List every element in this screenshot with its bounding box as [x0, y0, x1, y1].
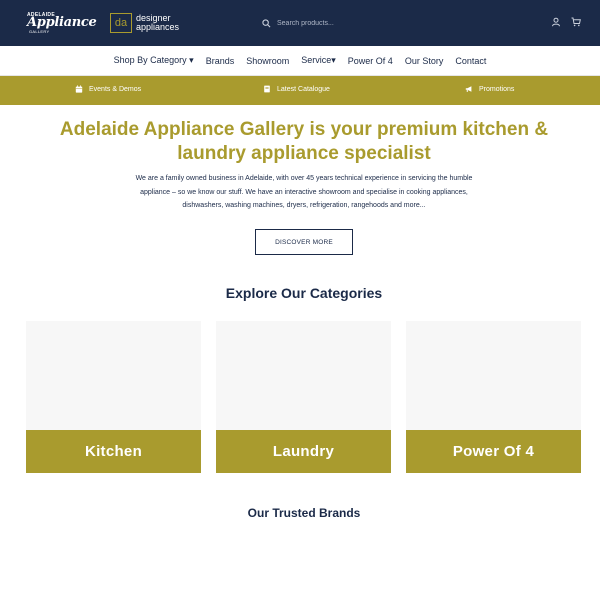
- hero-text-line3: dishwashers, washing machines, dryers, r…: [182, 202, 426, 209]
- book-icon: [264, 85, 270, 93]
- category-card-power-of-4[interactable]: Power Of 4: [406, 321, 581, 473]
- hero-title-line2: laundry appliance specialist: [177, 143, 431, 164]
- logo-big-text: Appliance: [27, 15, 97, 30]
- promo-catalogue-label: Latest Catalogue: [277, 85, 330, 93]
- hero-title: Adelaide Appliance Gallery is your premi…: [20, 118, 588, 166]
- adelaide-appliance-gallery-logo[interactable]: ADELAIDE Appliance GALLERY: [27, 12, 97, 34]
- hero-text-line1: We are a family owned business in Adelai…: [135, 175, 473, 182]
- discover-more-button[interactable]: DISCOVER MORE: [255, 229, 353, 255]
- promo-events-label: Events & Demos: [89, 85, 142, 93]
- category-label-kitchen: Kitchen: [26, 430, 201, 473]
- promo-promotions[interactable]: Promotions: [465, 85, 514, 93]
- category-label-laundry: Laundry: [216, 430, 391, 473]
- category-label-power-of-4: Power Of 4: [406, 430, 581, 473]
- user-icon[interactable]: [551, 17, 561, 27]
- category-card-kitchen[interactable]: Kitchen: [26, 321, 201, 473]
- nav-service[interactable]: Service▾: [295, 55, 342, 66]
- designer-appliances-logo-mark[interactable]: da: [110, 13, 132, 33]
- nav-brands[interactable]: Brands: [200, 56, 241, 66]
- category-card-laundry[interactable]: Laundry: [216, 321, 391, 473]
- nav-contact[interactable]: Contact: [449, 56, 492, 66]
- search-input[interactable]: [277, 19, 427, 27]
- promo-events-demos[interactable]: Events & Demos: [75, 85, 141, 93]
- promo-promotions-label: Promotions: [479, 85, 515, 93]
- categories-title: Explore Our Categories: [225, 285, 383, 301]
- hero-text-line2: appliance – so we know our stuff. We hav…: [140, 188, 468, 196]
- search-icon: [262, 18, 271, 27]
- designer-appliances-logo-text[interactable]: designer appliances: [136, 14, 179, 32]
- megaphone-icon: [465, 86, 472, 92]
- promo-latest-catalogue[interactable]: Latest Catalogue: [263, 85, 330, 93]
- hero-description: We are a family owned business in Adelai…: [90, 172, 518, 213]
- logo-designer-line2: appliances: [136, 22, 180, 32]
- nav-showroom[interactable]: Showroom: [240, 56, 295, 66]
- nav-shop-by-category[interactable]: Shop By Category ▾: [108, 55, 200, 66]
- calendar-icon: [75, 85, 83, 93]
- logo-sub-text: GALLERY: [29, 29, 50, 34]
- search-bar[interactable]: [262, 16, 432, 30]
- hero-title-line1: Adelaide Appliance Gallery is your premi…: [59, 119, 549, 140]
- nav-power-of-4[interactable]: Power Of 4: [342, 56, 399, 66]
- cart-icon[interactable]: [571, 17, 581, 27]
- brands-title: Our Trusted Brands: [247, 506, 361, 520]
- nav-our-story[interactable]: Our Story: [399, 56, 450, 66]
- main-nav: Shop By Category ▾ Brands Showroom Servi…: [0, 46, 600, 76]
- promo-bar: Events & Demos Latest Catalogue Promotio…: [0, 76, 600, 105]
- site-header: ADELAIDE Appliance GALLERY da designer a…: [0, 0, 600, 46]
